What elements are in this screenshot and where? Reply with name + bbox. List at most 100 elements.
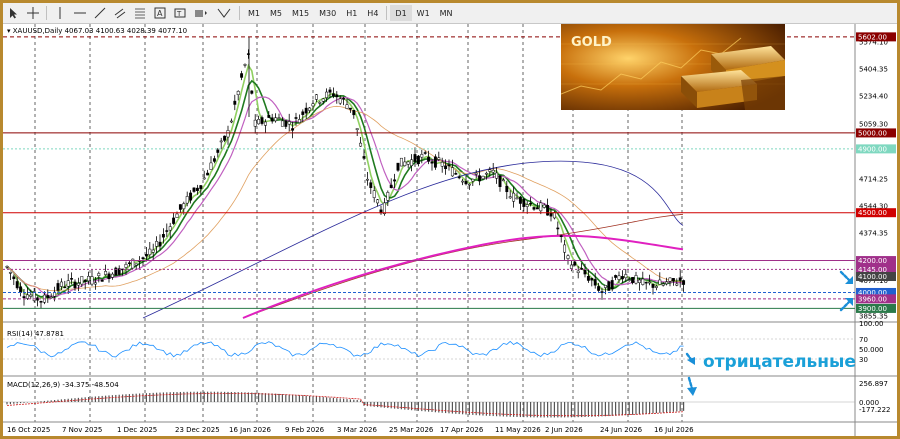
price-axis-label: 4714.25: [859, 176, 888, 184]
timeframe-d1[interactable]: D1: [390, 5, 412, 21]
candle-body: [158, 241, 162, 247]
candle-body: [49, 296, 53, 299]
candle-body: [355, 128, 359, 130]
candle-body: [427, 156, 431, 162]
chart-area[interactable]: 5602.005574.105404.355234.405059.304900.…: [3, 24, 897, 436]
candle-body: [80, 276, 84, 285]
candle-body: [219, 140, 223, 143]
candle-body: [59, 281, 63, 287]
macd-axis-label: -177.222: [859, 406, 890, 414]
candle-body: [297, 119, 301, 123]
candle-body: [508, 196, 512, 199]
candle-body: [464, 181, 468, 185]
candle-body: [243, 64, 247, 66]
date-axis-label: 16 Jul 2026: [654, 426, 694, 434]
candle-body: [586, 275, 590, 281]
text-tool-icon[interactable]: A: [152, 5, 168, 21]
candle-body: [284, 120, 288, 127]
candle-body: [410, 159, 414, 166]
rsi-label: RSI(14) 47.8781: [7, 330, 64, 338]
candle-body: [253, 119, 257, 127]
candle-body: [522, 198, 526, 207]
label-tool-icon[interactable]: T: [172, 5, 188, 21]
candle-body: [542, 204, 546, 208]
fibonacci-tool-icon[interactable]: [132, 5, 148, 21]
candle-body: [665, 281, 669, 285]
candle-body: [682, 280, 686, 285]
candle-body: [651, 284, 655, 288]
candle-body: [654, 285, 658, 288]
price-tag-label: 3900.00: [858, 305, 887, 313]
svg-text:A: A: [157, 9, 163, 18]
candle-body: [573, 261, 577, 266]
candle-body: [5, 266, 9, 268]
candle-body: [644, 281, 648, 284]
timeframe-h1[interactable]: H1: [341, 5, 362, 21]
date-axis-label: 1 Dec 2025: [117, 426, 157, 434]
symbol-info-label: ▾ XAUUSD,Daily 4067.03 4100.63 4028.39 4…: [7, 27, 187, 35]
candle-body: [335, 94, 339, 98]
candle-body: [631, 277, 635, 283]
candle-body: [301, 111, 305, 115]
candle-body: [501, 179, 505, 182]
candle-body: [512, 192, 516, 202]
candle-body: [362, 156, 366, 159]
toolbar: A T M1 M5 M15 M30 H1 H4 D1 W1 MN: [3, 3, 897, 24]
timeframe-mn[interactable]: MN: [435, 5, 458, 21]
gold-banner-text: GOLD: [571, 35, 612, 50]
candle-body: [22, 296, 26, 299]
timeframe-m30[interactable]: M30: [314, 5, 341, 21]
candle-body: [532, 207, 536, 210]
candle-body: [444, 165, 448, 170]
candle-body: [155, 241, 159, 247]
price-axis-label: 5234.40: [859, 93, 888, 101]
candle-body: [614, 275, 618, 278]
price-tag-label: 4200.00: [858, 257, 887, 265]
rsi-axis-label: 70: [859, 336, 868, 344]
timeframe-h4[interactable]: H4: [362, 5, 383, 21]
candle-body: [172, 217, 176, 224]
date-axis-label: 25 Mar 2026: [389, 426, 434, 434]
toolbar-separator: [46, 6, 47, 20]
candle-body: [478, 175, 482, 182]
timeframe-w1[interactable]: W1: [412, 5, 435, 21]
candle-body: [70, 278, 74, 280]
candle-body: [97, 273, 101, 277]
timeframe-m5[interactable]: M5: [265, 5, 287, 21]
candle-body: [209, 162, 213, 170]
candle-body: [454, 173, 458, 175]
candle-body: [637, 279, 641, 284]
crosshair-tool-icon[interactable]: [25, 5, 41, 21]
cursor-tool-icon[interactable]: [5, 5, 21, 21]
candle-body: [87, 276, 91, 282]
annotation-text: отрицательные: [703, 352, 856, 372]
date-axis-label: 16 Jan 2026: [229, 426, 272, 434]
candle-body: [110, 273, 114, 278]
candle-body: [267, 115, 271, 118]
timeframe-m15[interactable]: M15: [287, 5, 314, 21]
horizontal-line-tool-icon[interactable]: [72, 5, 88, 21]
vertical-line-tool-icon[interactable]: [52, 5, 68, 21]
arrows-tool-icon[interactable]: [214, 5, 234, 21]
candle-body: [240, 73, 244, 78]
candle-body: [29, 294, 33, 297]
candle-body: [127, 262, 131, 264]
candle-body: [403, 161, 407, 166]
candle-body: [396, 162, 400, 171]
channel-tool-icon[interactable]: [112, 5, 128, 21]
timeframe-m1[interactable]: M1: [243, 5, 265, 21]
candle-body: [195, 187, 199, 191]
candle-body: [263, 121, 267, 126]
shapes-tool-icon[interactable]: [192, 5, 210, 21]
candle-body: [535, 207, 539, 210]
candle-body: [76, 282, 80, 286]
symbol-ohlc-text: XAUUSD,Daily 4067.03 4100.63 4028.39 407…: [12, 27, 188, 35]
trendline-tool-icon[interactable]: [92, 5, 108, 21]
candle-body: [641, 278, 645, 285]
candle-body: [134, 263, 138, 266]
candle-body: [369, 182, 373, 188]
candle-body: [610, 280, 614, 290]
candle-body: [566, 255, 570, 259]
candle-body: [338, 98, 342, 104]
rsi-line: [6, 340, 684, 358]
